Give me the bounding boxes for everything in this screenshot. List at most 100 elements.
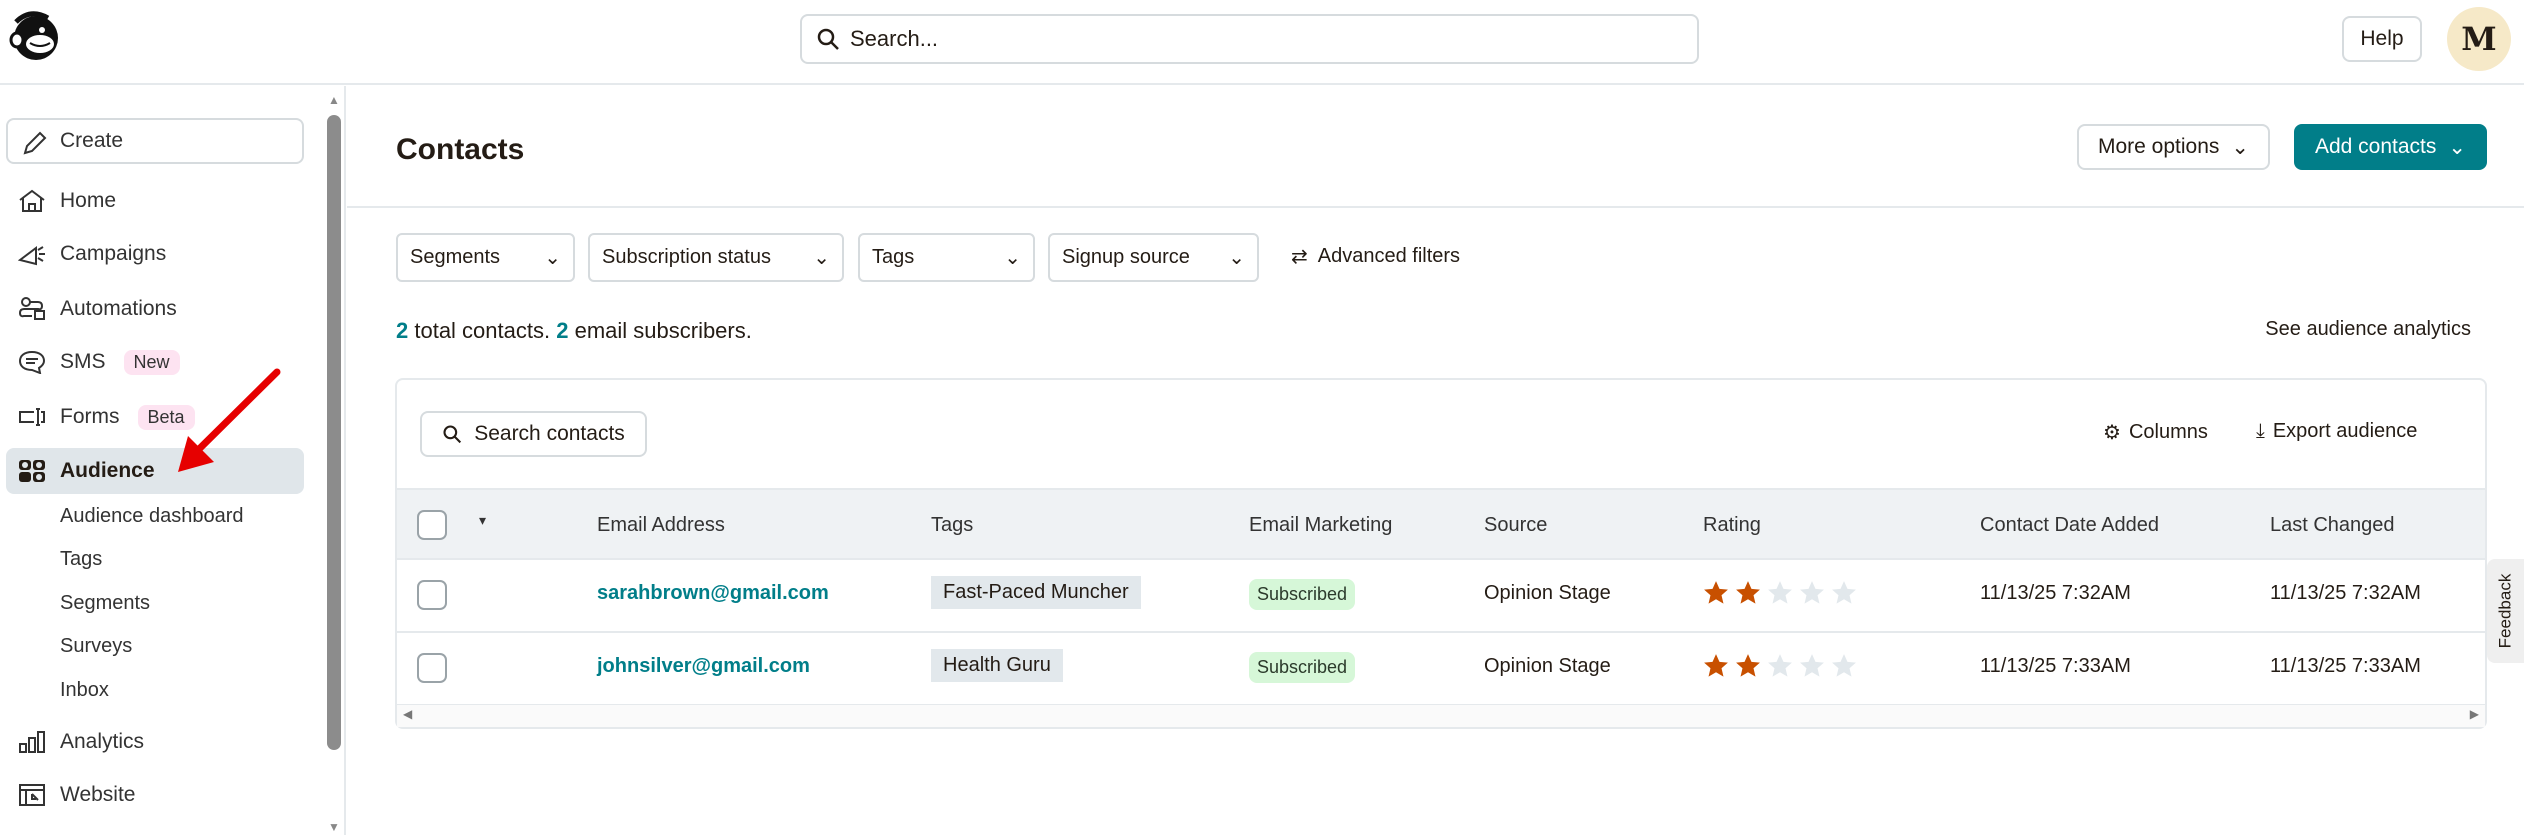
label: Automations — [60, 297, 177, 320]
contact-email-link[interactable]: sarahbrown@gmail.com — [597, 582, 829, 605]
sliders-icon: ⇄ — [1291, 246, 1308, 268]
label: Audience — [60, 459, 155, 482]
chevron-down-icon: ⌄ — [1228, 247, 1245, 269]
audience-icon — [19, 460, 45, 482]
chevron-down-icon: ⌄ — [1004, 247, 1021, 269]
star-filled-icon[interactable] — [1735, 580, 1761, 606]
label: Export audience — [2272, 420, 2418, 442]
search-placeholder: Search... — [850, 26, 939, 51]
search-contacts-button[interactable]: Search contacts — [420, 411, 647, 457]
advanced-filters-button[interactable]: ⇄ Advanced filters — [1291, 244, 1460, 269]
chevron-down-icon: ⌄ — [544, 247, 561, 269]
sidebar-item-automations[interactable]: Automations — [6, 286, 304, 332]
see-audience-analytics-link[interactable]: See audience analytics — [2200, 318, 2471, 341]
star-filled-icon[interactable] — [1703, 653, 1729, 679]
red-arrow-annotation — [178, 368, 281, 472]
avatar[interactable]: M — [2447, 7, 2511, 71]
column-source[interactable]: Source — [1484, 514, 1547, 537]
more-options-button[interactable]: More options ⌄ — [2077, 124, 2270, 170]
star-empty-icon[interactable] — [1799, 653, 1825, 679]
status-badge: Subscribed — [1249, 652, 1356, 683]
label: Forms — [60, 405, 120, 428]
column-email-address[interactable]: Email Address — [597, 514, 725, 537]
star-empty-icon[interactable] — [1767, 580, 1793, 606]
filter-subscription-status[interactable]: Subscription status ⌄ — [588, 233, 844, 282]
filter-signup-source[interactable]: Signup source ⌄ — [1048, 233, 1259, 282]
column-last-changed[interactable]: Last Changed — [2270, 514, 2395, 537]
contact-tag[interactable]: Health Guru — [931, 649, 1063, 682]
automation-icon — [18, 297, 45, 320]
contact-last-changed: 11/13/25 7:33AM — [2270, 655, 2421, 677]
star-empty-icon[interactable] — [1831, 653, 1857, 679]
sidebar-sub-surveys[interactable]: Surveys — [60, 635, 132, 658]
divider — [347, 206, 2524, 208]
select-menu-chevron-icon[interactable]: ▾ — [479, 512, 486, 529]
label: More options — [2097, 135, 2220, 158]
chevron-down-icon: ⌄ — [813, 247, 830, 269]
subscriber-count: 2 — [556, 318, 569, 343]
label: Website — [60, 783, 136, 806]
row-checkbox[interactable] — [417, 653, 447, 683]
sidebar-sub-audience-dashboard[interactable]: Audience dashboard — [60, 505, 243, 528]
row-checkbox[interactable] — [417, 580, 447, 610]
create-button[interactable]: Create — [6, 118, 304, 164]
mailchimp-logo[interactable] — [8, 8, 60, 64]
add-contacts-button[interactable]: Add contacts ⌄ — [2294, 124, 2487, 170]
sidebar-sub-inbox[interactable]: Inbox — [60, 679, 109, 702]
sidebar-item-home[interactable]: Home — [6, 178, 304, 224]
columns-button[interactable]: ⚙ Columns — [2103, 420, 2208, 445]
export-audience-button[interactable]: ⤓ Export audience — [2256, 420, 2417, 443]
label: Tags — [872, 246, 915, 268]
rating-stars[interactable] — [1703, 653, 1857, 679]
sidebar-sub-tags[interactable]: Tags — [60, 548, 102, 571]
form-icon — [19, 408, 45, 426]
filter-tags[interactable]: Tags ⌄ — [858, 233, 1035, 282]
total-count: 2 — [396, 318, 409, 343]
bar-chart-icon — [19, 731, 45, 753]
horizontal-scrollbar[interactable]: ◀ ▶ — [397, 705, 2485, 727]
star-empty-icon[interactable] — [1831, 580, 1857, 606]
search-icon — [443, 425, 462, 444]
sidebar-item-campaigns[interactable]: Campaigns — [6, 231, 304, 277]
search-icon — [817, 28, 839, 50]
megaphone-icon — [18, 246, 45, 266]
sidebar-sub-segments[interactable]: Segments — [60, 592, 150, 615]
contact-date-added: 11/13/25 7:32AM — [1980, 582, 2131, 604]
contact-email-link[interactable]: johnsilver@gmail.com — [597, 655, 810, 678]
select-all-checkbox[interactable] — [417, 510, 447, 540]
label: Subscription status — [602, 246, 771, 268]
column-tags[interactable]: Tags — [931, 514, 973, 537]
table-header: ▾ Email Address Tags Email Marketing Sou… — [397, 488, 2485, 560]
column-contact-date-added[interactable]: Contact Date Added — [1980, 514, 2159, 537]
column-email-marketing[interactable]: Email Marketing — [1249, 514, 1392, 537]
label: Segments — [410, 246, 501, 268]
contact-tag[interactable]: Fast-Paced Muncher — [931, 576, 1141, 609]
star-empty-icon[interactable] — [1799, 580, 1825, 606]
global-search-input[interactable]: Search... — [800, 14, 1699, 64]
scroll-down-arrow[interactable]: ▼ — [327, 821, 341, 833]
pencil-icon — [23, 131, 47, 155]
sidebar-scrollbar[interactable] — [327, 115, 341, 750]
scroll-up-arrow[interactable]: ▲ — [327, 94, 341, 106]
page-title: Contacts — [396, 133, 525, 166]
contact-date-added: 11/13/25 7:33AM — [1980, 655, 2131, 677]
label: email subscribers. — [568, 318, 752, 343]
column-rating[interactable]: Rating — [1703, 514, 1761, 537]
chat-icon — [18, 350, 46, 374]
help-button[interactable]: Help — [2342, 16, 2422, 62]
star-filled-icon[interactable] — [1735, 653, 1761, 679]
chevron-down-icon: ⌄ — [2448, 135, 2466, 159]
sidebar-item-analytics[interactable]: Analytics — [6, 719, 304, 765]
filter-segments[interactable]: Segments ⌄ — [396, 233, 575, 282]
label: Analytics — [60, 730, 145, 753]
label: SMS — [60, 350, 106, 373]
sidebar-item-website[interactable]: Website — [6, 772, 304, 818]
rating-stars[interactable] — [1703, 580, 1857, 606]
star-empty-icon[interactable] — [1767, 653, 1793, 679]
contact-source: Opinion Stage — [1484, 655, 1611, 677]
label: Columns — [2128, 421, 2208, 443]
gear-icon: ⚙ — [2103, 422, 2121, 444]
status-badge: Subscribed — [1249, 579, 1356, 610]
feedback-tab[interactable]: Feedback — [2487, 559, 2524, 663]
star-filled-icon[interactable] — [1703, 580, 1729, 606]
